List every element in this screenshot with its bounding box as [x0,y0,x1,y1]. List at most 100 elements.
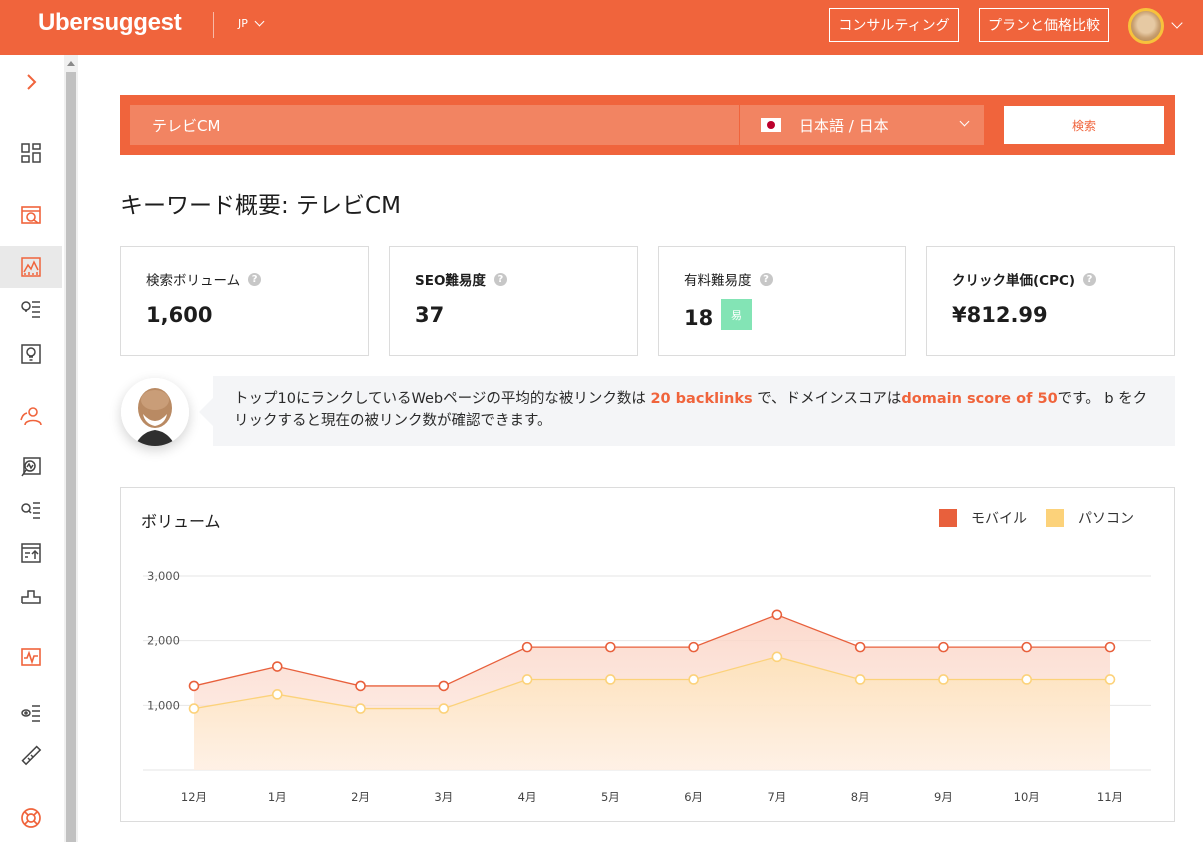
chevron-down-icon [959,116,970,127]
scrollbar-thumb[interactable] [66,72,76,842]
sidebar-item-dashboard[interactable] [0,132,62,174]
mobile-point [271,661,283,672]
y-tick-label: 1,000 [147,698,180,712]
desktop-point [771,651,783,663]
desktop-point [355,703,366,714]
chevron-down-icon [254,16,265,27]
sidebar-item-traffic-analyzer[interactable] [0,446,62,488]
search-volume-label: 検索ボリューム? [146,269,262,289]
mobile-point [521,641,533,653]
language-location-select[interactable]: 日本語 / 日本 [740,105,984,145]
sidebar [0,55,64,842]
x-tick-label: 12月 [181,790,207,804]
metric-label: SEO難易度 [415,273,486,289]
page-title: キーワード概要: テレビCM [120,193,401,219]
desktop-point [605,674,616,685]
help-icon[interactable]: ? [759,272,773,286]
metric-label: 有料難易度 [684,273,752,289]
content-ideas-icon [21,344,41,364]
country-label: JP [238,17,248,30]
metric-label: クリック単価(CPC) [952,273,1076,289]
sidebar-item-keyword-research[interactable] [0,490,62,532]
cpc-label: クリック単価(CPC)? [952,269,1097,289]
x-tick-label: 6月 [684,790,703,804]
country-selector[interactable]: JP [238,16,265,30]
chrome-extension-icon [21,745,42,766]
y-tick-label: 2,000 [147,634,180,648]
search-volume-value: 1,600 [146,303,213,327]
paid-difficulty-value: 18 [684,306,714,330]
x-tick-label: 7月 [767,790,786,804]
x-tick-label: 1月 [268,790,287,804]
sidebar-item-keyword-overview[interactable] [0,246,62,288]
sidebar-item-support[interactable] [0,797,62,839]
difficulty-badge: 易 [721,299,752,330]
sidebar-item-projects[interactable] [0,194,62,236]
search-volume-card: 検索ボリューム? 1,600 [120,246,369,356]
consulting-button[interactable]: コンサルティング [829,8,959,42]
x-tick-label: 8月 [851,790,870,804]
site-audit-icon [21,705,40,722]
mobile-point [938,641,949,653]
advisor-portrait-icon [121,378,189,446]
x-tick-label: 5月 [601,790,620,804]
mobile-point [1021,641,1033,653]
tip-text: で、ドメインスコアは [752,391,902,407]
ubersuggest-logo[interactable]: Ubersuggest [38,9,182,37]
help-icon[interactable]: ? [248,272,262,286]
sidebar-item-rank-tracking[interactable] [0,637,62,679]
rank-tracking-icon [21,648,41,666]
paid-difficulty-card: 有料難易度? 18 易 [658,246,906,356]
user-avatar[interactable] [1128,8,1164,44]
sidebar-item-site-audit[interactable] [0,692,62,734]
volume-chart-panel: ボリューム モバイル パソコン 1,000 2,000 3,000 12月 1月 2月 3月… [120,487,1175,822]
japan-flag-icon [761,118,781,132]
seo-difficulty-card: SEO難易度? 37 [389,246,638,356]
cpc-value: ¥812.99 [952,303,1048,327]
sidebar-item-competitors[interactable] [0,395,62,437]
support-icon [21,808,41,828]
desktop-point [938,674,949,685]
keyword-search-input[interactable]: テレビCM [130,105,739,145]
x-tick-label: 3月 [434,790,453,804]
desktop-point [521,674,533,685]
backlinks-highlight: 20 backlinks [650,391,753,407]
tip-text: トップ10にランクしているWebページの平均的な被リンク数は [234,391,651,407]
keyword-ideas-icon [21,301,40,318]
top-pages-icon [21,543,41,563]
locale-label: 日本語 / 日本 [799,116,889,135]
seo-difficulty-label: SEO難易度? [415,269,507,289]
sidebar-item-chrome-extension[interactable] [0,734,62,776]
desktop-point [1104,674,1116,685]
desktop-point [688,674,699,685]
search-button[interactable]: 検索 [1004,106,1164,144]
sidebar-item-backlinks[interactable] [0,574,62,616]
traffic-analyzer-icon [21,457,41,477]
domain-score-highlight: domain score of 50 [901,391,1058,407]
account-menu-chevron-icon[interactable] [1171,17,1183,29]
sidebar-scrollbar[interactable] [64,55,78,842]
metric-label: 検索ボリューム [146,273,241,289]
topbar-divider [213,12,214,38]
advisor-avatar [121,378,189,446]
expand-chevron-icon [27,74,37,90]
plans-pricing-button[interactable]: プランと価格比較 [979,8,1109,42]
sidebar-item-content-ideas[interactable] [0,333,62,375]
keyword-research-icon [21,502,40,519]
mobile-point [771,609,783,621]
keyword-search-bar: テレビCM 日本語 / 日本 検索 [120,95,1175,155]
help-icon[interactable]: ? [1083,272,1097,286]
desktop-point [854,674,866,685]
mobile-point [355,680,366,692]
expand-sidebar-button[interactable] [0,61,62,103]
x-tick-label: 2月 [351,790,370,804]
scroll-up-arrow-icon[interactable] [67,61,75,66]
volume-chart: 1,000 2,000 3,000 12月 1月 2月 3月 4月 5月 6月 7月 8月 9月 10月 1… [143,569,1151,804]
x-tick-label: 11月 [1097,790,1123,804]
desktop-point [438,703,450,714]
sidebar-item-top-pages[interactable] [0,532,62,574]
mobile-point [688,641,699,653]
mobile-point [188,680,200,692]
help-icon[interactable]: ? [493,272,507,286]
sidebar-item-keyword-ideas[interactable] [0,289,62,331]
